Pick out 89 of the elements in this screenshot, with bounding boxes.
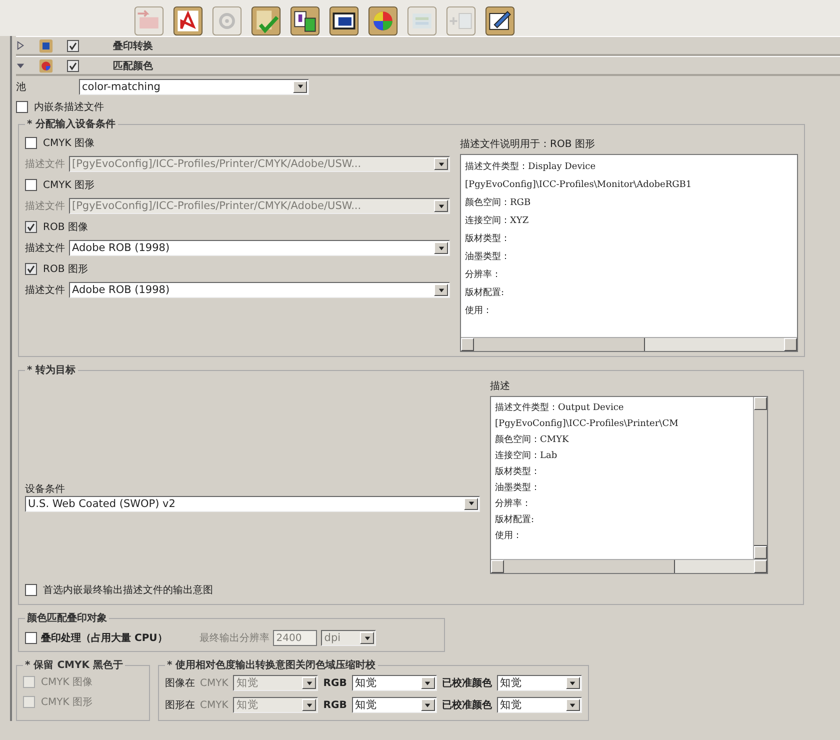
description-line: [PgyEvoConfig]\ICC-Profiles\Printer\CM — [495, 418, 680, 431]
edit-icon[interactable] — [483, 6, 517, 36]
section-checkbox[interactable] — [67, 60, 79, 72]
group-title: * 分配输入设备条件 — [26, 118, 117, 131]
pdf-icon[interactable] — [171, 6, 205, 36]
group-title: * 保留 CMYK 黑色于 — [24, 658, 124, 672]
field-label: 设备条件 — [25, 482, 66, 496]
checkbox-label: 叠印处理（占用大量 CPU） — [41, 632, 168, 645]
field-label: CMYK — [200, 700, 228, 710]
description-line: 油墨类型： — [465, 250, 511, 264]
description-line: 使用： — [495, 530, 523, 543]
description-line: 使用： — [465, 304, 493, 318]
field-label: 描述文件 — [25, 200, 65, 213]
description-line: 连接空间：XYZ — [465, 214, 530, 228]
section-title: 匹配颜色 — [113, 60, 153, 72]
checkbox-label: ROB 图形 — [43, 263, 88, 276]
checkbox-label: ROB 图像 — [43, 221, 88, 234]
horizontal-scrollbar[interactable] — [461, 337, 797, 351]
checkbox-label: CMYK 图像 — [41, 676, 92, 689]
horizontal-scrollbar[interactable] — [491, 559, 767, 573]
checkbox-label: 首选内嵌最终输出描述文件的输出意图 — [43, 584, 213, 597]
description-line: 描述文件类型：Output Device — [495, 402, 625, 415]
filter-dropdown[interactable]: color-matching — [79, 78, 309, 94]
description-line: 油墨类型： — [495, 482, 541, 495]
section-checkbox[interactable] — [67, 40, 79, 52]
device-dropdown[interactable]: U.S. Web Coated (SWOP) v2 — [25, 496, 480, 512]
section-title: 叠印转换 — [113, 40, 153, 52]
checkbox-label: 内嵌条描述文件 — [34, 100, 104, 114]
filter-label: 池 — [16, 80, 27, 94]
section-header[interactable]: 匹配颜色 — [16, 56, 840, 76]
vertical-scrollbar[interactable] — [753, 397, 767, 559]
field-label: 已校准颜色 — [442, 698, 492, 712]
dropdown-arrow-icon[interactable] — [569, 680, 576, 686]
dropdown-arrow-icon[interactable] — [569, 702, 576, 708]
screen-icon[interactable] — [327, 6, 361, 36]
expand-icon[interactable] — [16, 41, 25, 50]
field-label: 已校准颜色 — [442, 676, 492, 690]
field-label: 描述文件 — [25, 158, 65, 171]
calibrated-dropdown[interactable]: 知觉 — [496, 675, 582, 691]
field-label: RGB — [323, 678, 347, 688]
dropdown-arrow-icon[interactable] — [424, 680, 432, 686]
checkbox[interactable] — [25, 584, 37, 596]
description-line: 分辨率： — [465, 268, 502, 282]
description-line: [PgyEvoConfig]\ICC-Profiles\Monitor\AdobeRGB1 — [465, 179, 693, 192]
description-title: 描述文件说明用于：ROB 图形 — [460, 138, 596, 151]
checkbox[interactable] — [25, 221, 37, 233]
profile-dropdown[interactable]: Adobe ROB (1998) — [69, 282, 450, 298]
field-label: 描述文件 — [25, 242, 65, 255]
description-line: 版材类型： — [495, 466, 541, 479]
color-wheel-icon — [39, 58, 53, 72]
group-title: * 转为目标 — [26, 364, 77, 377]
field-label: RGB — [323, 700, 347, 710]
checkbox-label: CMYK 图形 — [43, 179, 94, 192]
section-header[interactable]: 叠印转换 — [16, 36, 840, 56]
profile-dropdown[interactable]: Adobe ROB (1998) — [69, 240, 450, 256]
rgb-dropdown[interactable]: 知觉 — [352, 697, 437, 713]
group-title: * 使用相对色度输出转换意图关闭色域压缩时校 — [166, 658, 377, 672]
description-line: 颜色空间：RGB — [465, 196, 532, 210]
description-line: 分辨率： — [495, 498, 532, 511]
dropdown-arrow-icon[interactable] — [364, 634, 371, 642]
check-icon[interactable] — [249, 6, 283, 36]
checkbox[interactable] — [25, 263, 37, 275]
dropdown-arrow-icon[interactable] — [438, 244, 444, 252]
description-line: 版材配置: — [495, 514, 536, 527]
description-title: 描述 — [490, 380, 511, 393]
dropdown-arrow-icon[interactable] — [468, 500, 474, 507]
dropdown-arrow-icon[interactable] — [438, 286, 444, 294]
description-line: 版材类型： — [465, 232, 511, 246]
overprint-icon — [39, 38, 53, 52]
calibrated-dropdown[interactable]: 知觉 — [496, 697, 582, 713]
field-label: 描述文件 — [25, 284, 65, 297]
description-line: 版材配置: — [465, 286, 506, 300]
description-line: 连接空间：Lab — [495, 450, 558, 463]
field-label: CMYK — [200, 678, 228, 688]
description-line: 描述文件类型：Display Device — [465, 160, 597, 174]
checkbox-label: CMYK 图形 — [41, 696, 92, 709]
dropdown-arrow-icon[interactable] — [424, 702, 432, 708]
dropdown-arrow-icon[interactable] — [296, 83, 304, 90]
description-line: 颜色空间：CMYK — [495, 434, 570, 447]
pages-icon[interactable] — [288, 6, 322, 36]
row-label: 图像在 — [165, 677, 195, 690]
checkbox-label: CMYK 图像 — [43, 137, 94, 150]
expand-icon[interactable] — [16, 61, 25, 70]
checkbox[interactable] — [16, 101, 28, 113]
group-title: 颜色匹配叠印对象 — [26, 612, 108, 625]
field-label: 最终输出分辨率 — [199, 632, 270, 645]
color-icon[interactable] — [366, 6, 400, 36]
rgb-dropdown[interactable]: 知觉 — [352, 675, 437, 691]
row-label: 图形在 — [165, 699, 195, 712]
